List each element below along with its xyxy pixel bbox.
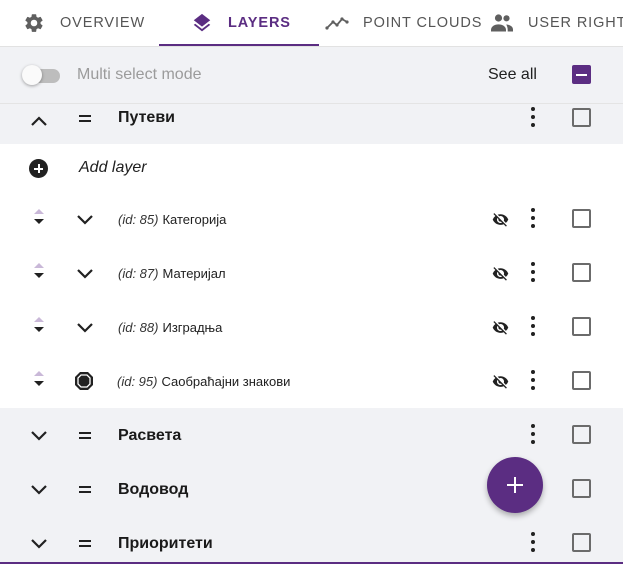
layer-row: (id: 85) Категорија xyxy=(0,202,623,238)
visibility-off-icon[interactable] xyxy=(492,373,509,390)
group-checkbox[interactable] xyxy=(572,108,591,127)
layer-title: Материјал xyxy=(162,266,226,281)
toggle-thumb xyxy=(22,65,42,85)
layers-toolbar: Multi select mode See all xyxy=(0,47,623,104)
group-checkbox[interactable] xyxy=(572,533,591,552)
layer-name: (id: 95) Саобраћајни знакови xyxy=(117,374,290,389)
visibility-off-icon[interactable] xyxy=(492,265,509,282)
drag-handle-icon[interactable] xyxy=(79,115,91,122)
layer-checkbox[interactable] xyxy=(572,317,591,336)
layer-name: (id: 85) Категорија xyxy=(118,212,226,227)
reorder-arrows-icon[interactable] xyxy=(32,368,46,388)
group-name: Путеви xyxy=(118,109,175,126)
layer-checkbox[interactable] xyxy=(572,263,591,282)
chevron-down-icon[interactable] xyxy=(29,425,49,445)
layer-group-header[interactable]: Приоритети xyxy=(0,526,623,562)
layer-id: (id: 87) xyxy=(118,266,159,281)
visibility-off-icon[interactable] xyxy=(492,211,509,228)
tab-label: USER RIGHTS xyxy=(528,15,623,31)
chevron-up-icon[interactable] xyxy=(29,112,49,132)
layer-title: Категорија xyxy=(162,212,227,227)
users-icon xyxy=(490,11,514,35)
tab-layers[interactable]: LAYERS xyxy=(190,0,291,46)
layer-name: (id: 88) Изградња xyxy=(118,320,222,335)
see-all-link[interactable]: See all xyxy=(488,66,537,84)
reorder-arrows-icon[interactable] xyxy=(32,206,46,226)
layer-id: (id: 95) xyxy=(117,374,158,389)
drag-handle-icon[interactable] xyxy=(79,540,91,547)
chevron-down-icon[interactable] xyxy=(75,209,95,229)
group-name: Приоритети xyxy=(118,535,213,552)
layers-icon xyxy=(190,11,214,35)
tab-point-clouds[interactable]: POINT CLOUDS xyxy=(325,0,482,46)
layer-title: Изградња xyxy=(162,320,223,335)
tab-bar: OVERVIEW LAYERS POINT CLOUDS USER RIGHTS xyxy=(0,0,623,47)
layer-group-header[interactable]: Расвета xyxy=(0,418,623,454)
drag-handle-icon[interactable] xyxy=(79,432,91,439)
more-vert-icon[interactable] xyxy=(529,316,537,336)
tab-label: POINT CLOUDS xyxy=(363,15,483,31)
group-name: Водовод xyxy=(118,481,189,498)
layer-name: (id: 87) Материјал xyxy=(118,266,226,281)
more-vert-icon[interactable] xyxy=(529,107,537,127)
add-layer-button[interactable]: Add layer xyxy=(79,159,147,177)
group-checkbox[interactable] xyxy=(572,479,591,498)
add-fab-button[interactable] xyxy=(487,457,543,513)
multi-select-toggle[interactable] xyxy=(22,65,60,85)
visibility-off-icon[interactable] xyxy=(492,319,509,336)
drag-handle-icon[interactable] xyxy=(79,486,91,493)
gear-icon xyxy=(22,11,46,35)
layer-id: (id: 88) xyxy=(118,320,159,335)
reorder-arrows-icon[interactable] xyxy=(32,314,46,334)
chevron-down-icon[interactable] xyxy=(75,263,95,283)
more-vert-icon[interactable] xyxy=(529,370,537,390)
layer-id: (id: 85) xyxy=(118,212,159,227)
group-checkbox[interactable] xyxy=(572,425,591,444)
more-vert-icon[interactable] xyxy=(529,262,537,282)
chevron-down-icon[interactable] xyxy=(29,533,49,553)
octagon-icon xyxy=(75,372,93,390)
add-circle-icon[interactable] xyxy=(29,159,48,178)
tab-overview[interactable]: OVERVIEW xyxy=(22,0,145,46)
tab-label: LAYERS xyxy=(228,15,291,31)
trend-line-icon xyxy=(325,11,349,35)
select-all-checkbox[interactable] xyxy=(572,65,591,84)
layer-group-header[interactable]: Путеви xyxy=(0,104,623,144)
layer-title: Саобраћајни знакови xyxy=(161,374,291,389)
group-name: Расвета xyxy=(118,427,182,444)
tab-label: OVERVIEW xyxy=(60,15,146,31)
more-vert-icon[interactable] xyxy=(529,208,537,228)
multi-select-label: Multi select mode xyxy=(77,66,202,83)
layer-checkbox[interactable] xyxy=(572,371,591,390)
reorder-arrows-icon[interactable] xyxy=(32,260,46,280)
chevron-down-icon[interactable] xyxy=(29,479,49,499)
more-vert-icon[interactable] xyxy=(529,532,537,552)
layer-row: (id: 87) Материјал xyxy=(0,256,623,292)
layer-checkbox[interactable] xyxy=(572,209,591,228)
tab-user-rights[interactable]: USER RIGHTS xyxy=(490,0,623,46)
layer-row: (id: 88) Изградња xyxy=(0,310,623,346)
chevron-down-icon[interactable] xyxy=(75,317,95,337)
more-vert-icon[interactable] xyxy=(529,424,537,444)
